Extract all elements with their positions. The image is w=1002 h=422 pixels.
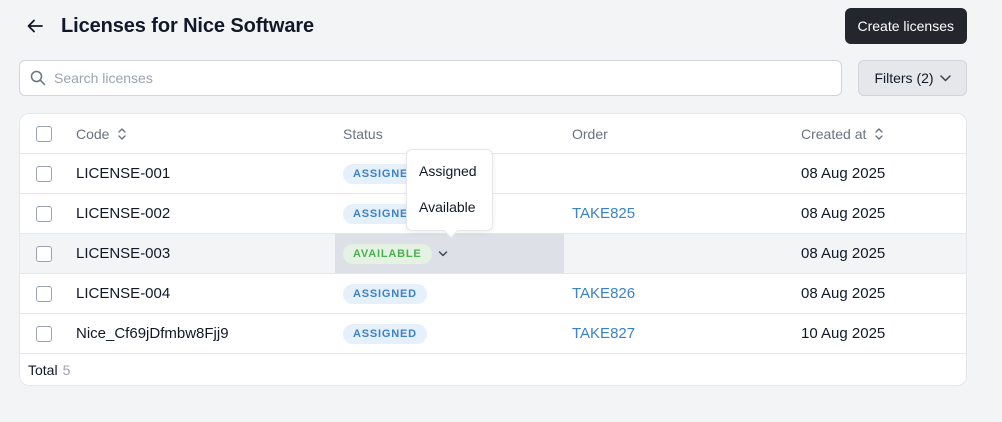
row-checkbox[interactable] <box>36 285 52 302</box>
created-date: 08 Aug 2025 <box>801 165 886 182</box>
created-date: 08 Aug 2025 <box>801 245 886 262</box>
column-label: Created at <box>801 125 867 142</box>
table-row[interactable]: LICENSE-001 ASSIGNED 08 Aug 2025 <box>20 154 966 194</box>
table-footer: Total 5 <box>28 354 71 385</box>
column-label: Status <box>343 125 383 142</box>
column-label: Order <box>572 125 608 142</box>
select-all-checkbox[interactable] <box>36 125 52 142</box>
search-box[interactable] <box>19 60 842 96</box>
arrow-left-icon <box>27 19 43 33</box>
page-header: Licenses for Nice Software Create licens… <box>20 8 967 44</box>
total-label: Total <box>28 362 58 378</box>
created-date: 08 Aug 2025 <box>801 285 886 302</box>
created-date: 08 Aug 2025 <box>801 205 886 222</box>
status-dropdown-menu: Assigned Available <box>406 149 493 239</box>
chevron-down-icon[interactable] <box>438 250 448 258</box>
status-select[interactable]: AVAILABLE <box>343 234 448 273</box>
column-header-order: Order <box>572 114 608 153</box>
order-link[interactable]: TAKE825 <box>572 205 635 222</box>
filters-button[interactable]: Filters (2) <box>858 60 967 96</box>
table-header-row: Code Status Order Created at <box>20 114 966 154</box>
created-date: 10 Aug 2025 <box>801 325 886 342</box>
licenses-table: Code Status Order Created at LICENSE-001… <box>19 113 967 386</box>
chevron-down-icon <box>939 74 951 81</box>
page-title: Licenses for Nice Software <box>61 14 315 37</box>
column-label: Code <box>76 125 110 142</box>
status-badge[interactable]: AVAILABLE <box>343 243 432 264</box>
license-code: LICENSE-002 <box>76 205 171 222</box>
column-header-created-at[interactable]: Created at <box>801 114 884 153</box>
row-checkbox[interactable] <box>36 245 52 262</box>
status-option-assigned[interactable]: Assigned <box>419 163 477 179</box>
license-code: LICENSE-001 <box>76 165 171 182</box>
table-row[interactable]: LICENSE-003 AVAILABLE 08 Aug 2025 <box>20 234 966 274</box>
table-row[interactable]: LICENSE-002 ASSIGNED TAKE825 08 Aug 2025 <box>20 194 966 234</box>
status-badge[interactable]: ASSIGNED <box>343 323 427 344</box>
column-header-code[interactable]: Code <box>76 114 127 153</box>
table-row[interactable]: LICENSE-004 ASSIGNED TAKE826 08 Aug 2025 <box>20 274 966 314</box>
sort-icon[interactable] <box>874 127 884 141</box>
license-code: LICENSE-004 <box>76 285 171 302</box>
filters-label: Filters (2) <box>874 70 934 86</box>
search-input[interactable] <box>54 70 814 86</box>
sort-icon[interactable] <box>117 127 127 141</box>
back-button[interactable] <box>20 11 50 41</box>
license-code: Nice_Cf69jDfmbw8Fjj9 <box>76 325 229 342</box>
status-badge[interactable]: ASSIGNED <box>343 283 427 304</box>
order-link[interactable]: TAKE827 <box>572 325 635 342</box>
search-icon <box>30 70 46 86</box>
row-checkbox[interactable] <box>36 205 52 222</box>
column-header-status: Status <box>343 114 383 153</box>
total-count: 5 <box>62 362 71 378</box>
table-row[interactable]: Nice_Cf69jDfmbw8Fjj9 ASSIGNED TAKE827 10… <box>20 314 966 354</box>
license-code: LICENSE-003 <box>76 245 171 262</box>
row-checkbox[interactable] <box>36 325 52 342</box>
status-option-available[interactable]: Available <box>419 199 476 215</box>
row-checkbox[interactable] <box>36 165 52 182</box>
create-licenses-button[interactable]: Create licenses <box>844 8 967 44</box>
order-link[interactable]: TAKE826 <box>572 285 635 302</box>
